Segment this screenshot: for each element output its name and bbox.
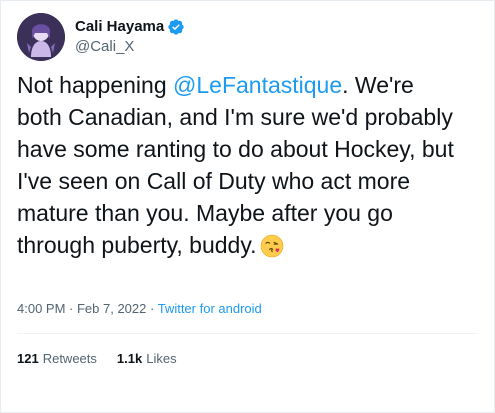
avatar[interactable] bbox=[17, 13, 65, 61]
tweet-text-after: . We're both Canadian, and I'm sure we'd… bbox=[17, 72, 454, 258]
tweet-time[interactable]: 4:00 PM bbox=[17, 301, 65, 316]
tweet-meta: 4:00 PM · Feb 7, 2022 · Twitter for andr… bbox=[17, 299, 262, 319]
tweet-date[interactable]: Feb 7, 2022 bbox=[77, 301, 146, 316]
avatar-icon bbox=[17, 13, 65, 61]
tweet-card: Cali Hayama @Cali_X Not happening @LeFan… bbox=[0, 0, 495, 413]
likes-label: Likes bbox=[146, 351, 177, 366]
tweet-text: Not happening @LeFantastique. We're both… bbox=[17, 69, 457, 261]
tweet-stats: 121 Retweets 1.1k Likes bbox=[17, 349, 197, 369]
display-name[interactable]: Cali Hayama bbox=[75, 17, 164, 37]
verified-badge-icon bbox=[167, 18, 185, 36]
meta-separator: · bbox=[65, 301, 77, 316]
retweets-stat[interactable]: 121 Retweets bbox=[17, 349, 97, 369]
divider bbox=[17, 333, 478, 334]
likes-count: 1.1k bbox=[116, 351, 143, 366]
name-row: Cali Hayama bbox=[75, 17, 185, 37]
mention-link[interactable]: @LeFantastique bbox=[173, 72, 342, 98]
tweet-source-link[interactable]: Twitter for android bbox=[158, 301, 262, 316]
tweet-text-before: Not happening bbox=[17, 72, 174, 98]
retweets-label: Retweets bbox=[42, 351, 97, 366]
meta-separator: · bbox=[146, 301, 158, 316]
likes-stat[interactable]: 1.1k Likes bbox=[117, 349, 177, 369]
retweets-count: 121 bbox=[17, 351, 39, 366]
user-handle[interactable]: @Cali_X bbox=[75, 37, 185, 57]
tweet-header: Cali Hayama @Cali_X bbox=[17, 13, 185, 61]
face-blowing-a-kiss-emoji-icon bbox=[260, 234, 284, 258]
user-names: Cali Hayama @Cali_X bbox=[75, 17, 185, 57]
